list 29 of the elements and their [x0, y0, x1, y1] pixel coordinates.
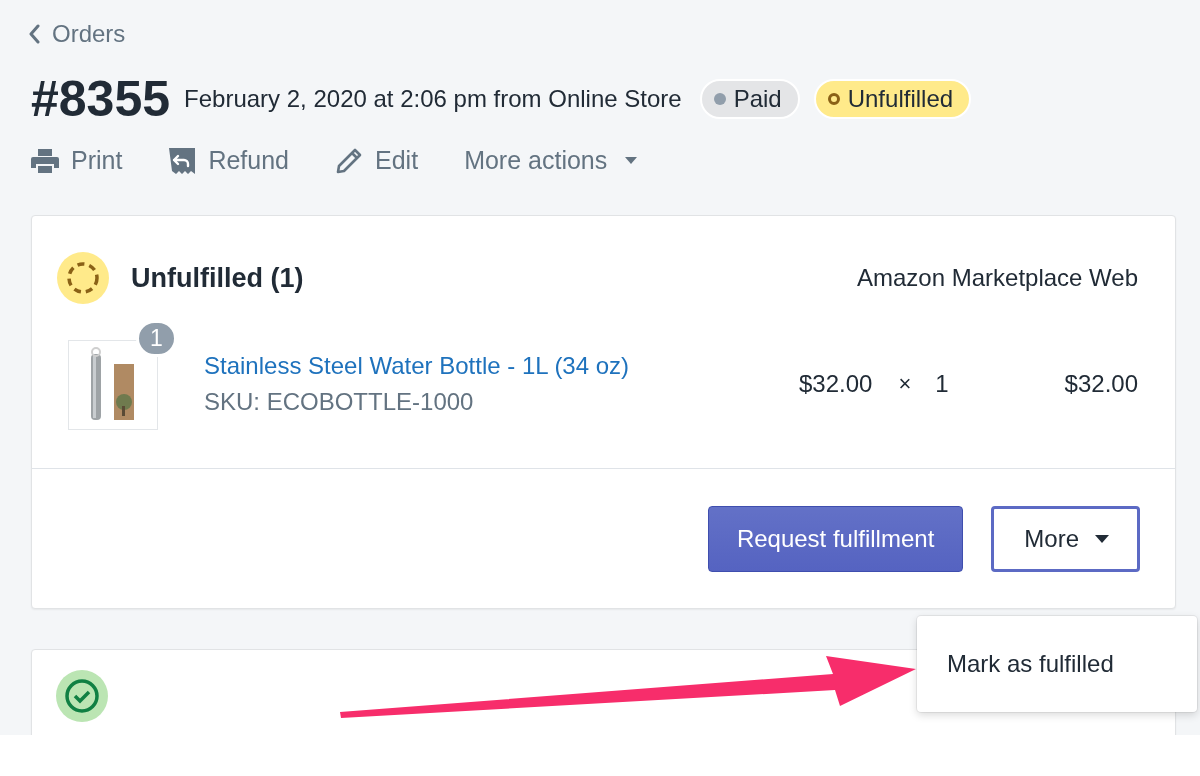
- menu-item[interactable]: Mark as fulfilled: [947, 650, 1114, 678]
- request-fulfillment-button[interactable]: Request fulfillment: [707, 506, 964, 572]
- status-badge: Paid: [699, 79, 800, 119]
- action-button[interactable]: More actions: [464, 146, 638, 175]
- order-date: February 2, 2020 at 2:06 pm from Online Store: [184, 85, 682, 113]
- line-total: $32.00: [1064, 369, 1138, 398]
- unit-price: $32.00: [798, 369, 873, 398]
- location-label: Amazon Marketplace Web: [857, 264, 1138, 292]
- chevron-left-icon: [28, 24, 40, 44]
- multiply-sign: ×: [898, 370, 912, 397]
- more-button[interactable]: More: [991, 506, 1140, 572]
- action-button[interactable]: Edit: [335, 146, 419, 175]
- product-link[interactable]: Stainless Steel Water Bottle - 1L (34 oz): [204, 352, 630, 380]
- card-title: Unfulfilled (1): [131, 262, 304, 294]
- pencil-icon: [335, 146, 364, 175]
- status-badge: Unfulfilled: [813, 79, 972, 119]
- caret-icon: [625, 156, 638, 165]
- sku-text: SKU: ECOBOTTLE-1000: [204, 388, 475, 416]
- checkmark-icon: [56, 670, 108, 722]
- back-link[interactable]: Orders: [28, 20, 126, 48]
- quantity-badge: 1: [136, 320, 177, 357]
- action-button[interactable]: Refund: [168, 146, 290, 175]
- quantity: 1: [935, 369, 949, 398]
- order-number: #8355: [31, 70, 171, 128]
- receipt-arrow-icon: [168, 146, 197, 175]
- printer-icon: [31, 147, 59, 174]
- action-button[interactable]: Print: [31, 146, 123, 175]
- unfulfilled-icon: [57, 252, 109, 304]
- caret-icon: [1095, 535, 1109, 543]
